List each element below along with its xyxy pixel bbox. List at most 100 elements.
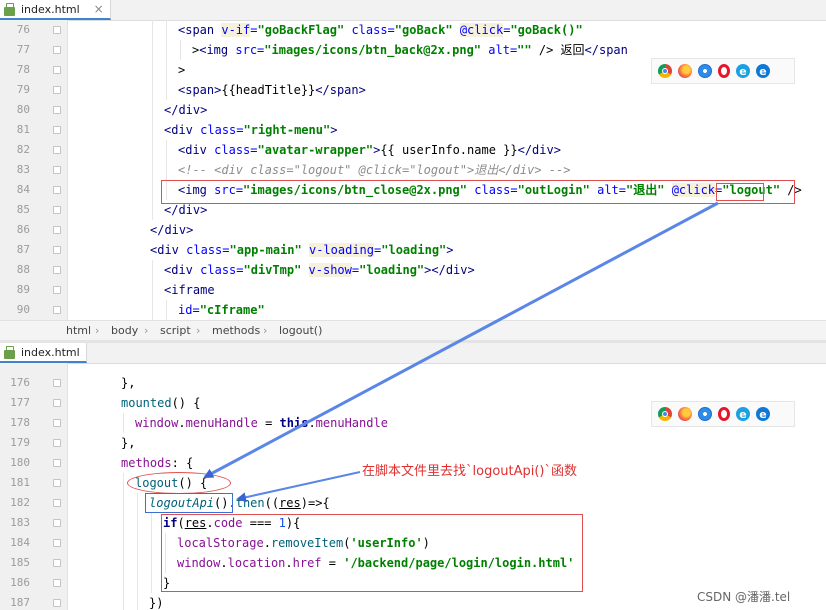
indent-guide xyxy=(152,140,153,160)
fold-marker-icon[interactable] xyxy=(53,379,61,387)
line-number: 89 xyxy=(16,283,30,296)
fold-marker-icon[interactable] xyxy=(53,266,61,274)
fold-marker-icon[interactable] xyxy=(53,499,61,507)
fold-marker-icon[interactable] xyxy=(53,186,61,194)
breadcrumb-item[interactable]: html xyxy=(66,324,91,337)
code-text[interactable]: <iframe xyxy=(164,280,215,300)
code-line[interactable]: 86 </div> xyxy=(0,220,826,240)
line-number: 184 xyxy=(10,536,30,549)
code-line[interactable]: 179}, xyxy=(0,433,826,453)
indent-guide xyxy=(152,20,153,40)
fold-marker-icon[interactable] xyxy=(53,579,61,587)
code-text[interactable]: }, xyxy=(121,373,135,393)
line-number: 90 xyxy=(16,303,30,316)
edge-icon[interactable]: e xyxy=(756,407,770,421)
fold-marker-icon[interactable] xyxy=(53,439,61,447)
code-text[interactable]: window.menuHandle = this.menuHandle xyxy=(135,413,388,433)
edge-icon[interactable]: e xyxy=(756,64,770,78)
opera-icon[interactable] xyxy=(718,407,730,421)
fold-marker-icon[interactable] xyxy=(53,246,61,254)
fold-marker-icon[interactable] xyxy=(53,306,61,314)
fold-marker-icon[interactable] xyxy=(53,539,61,547)
code-text[interactable]: > xyxy=(178,60,185,80)
fold-marker-icon[interactable] xyxy=(53,66,61,74)
code-line[interactable]: 81 <div class="right-menu"> xyxy=(0,120,826,140)
browser-preview-bar: e e xyxy=(651,401,795,427)
fold-marker-icon[interactable] xyxy=(53,206,61,214)
indent-guide xyxy=(137,553,138,573)
breadcrumb-item[interactable]: logout() xyxy=(279,324,322,337)
fold-marker-icon[interactable] xyxy=(53,399,61,407)
code-text[interactable]: <div class="divTmp" v-show="loading"></d… xyxy=(164,260,475,280)
chrome-icon[interactable] xyxy=(658,407,672,421)
fold-marker-icon[interactable] xyxy=(53,226,61,234)
code-line[interactable]: 89 <iframe xyxy=(0,280,826,300)
ie-icon[interactable]: e xyxy=(736,64,750,78)
fold-marker-icon[interactable] xyxy=(53,46,61,54)
code-line[interactable]: 80 </div> xyxy=(0,100,826,120)
safari-icon[interactable] xyxy=(698,64,712,78)
close-icon[interactable]: × xyxy=(94,2,104,16)
indent-guide xyxy=(152,120,153,140)
code-text[interactable]: methods: { xyxy=(121,453,193,473)
code-line[interactable]: 88 <div class="divTmp" v-show="loading"><… xyxy=(0,260,826,280)
fold-marker-icon[interactable] xyxy=(53,106,61,114)
line-number: 177 xyxy=(10,396,30,409)
code-line[interactable]: 82 <div class="avatar-wrapper">{{ userInf… xyxy=(0,140,826,160)
fold-marker-icon[interactable] xyxy=(53,519,61,527)
code-line[interactable]: 87 <div class="app-main" v-loading="loadi… xyxy=(0,240,826,260)
line-number: 86 xyxy=(16,223,30,236)
fold-marker-icon[interactable] xyxy=(53,86,61,94)
code-line[interactable]: 77 ><img src="images/icons/btn_back@2x.pn… xyxy=(0,40,826,60)
line-number: 83 xyxy=(16,163,30,176)
chrome-icon[interactable] xyxy=(658,64,672,78)
fold-marker-icon[interactable] xyxy=(53,146,61,154)
tab-index-html[interactable]: index.html × xyxy=(0,0,111,20)
tab-bar: index.html × xyxy=(0,0,826,21)
fold-marker-icon[interactable] xyxy=(53,26,61,34)
fold-marker-icon[interactable] xyxy=(53,599,61,607)
breadcrumb-item[interactable]: methods xyxy=(212,324,260,337)
code-text[interactable]: </div> xyxy=(150,220,193,240)
chevron-right-icon: › xyxy=(263,324,268,337)
code-line[interactable]: 182 logoutApi().then((res)=>{ xyxy=(0,493,826,513)
code-text[interactable]: <span>{{headTitle}}</span> xyxy=(178,80,366,100)
code-text[interactable]: ><img src="images/icons/btn_back@2x.png"… xyxy=(192,40,628,60)
firefox-icon[interactable] xyxy=(678,64,692,78)
breadcrumb-item[interactable]: body xyxy=(111,324,138,337)
code-text[interactable]: mounted() { xyxy=(121,393,200,413)
code-line[interactable]: 176}, xyxy=(0,373,826,393)
fold-marker-icon[interactable] xyxy=(53,479,61,487)
indent-guide xyxy=(166,160,167,180)
fold-marker-icon[interactable] xyxy=(53,419,61,427)
highlight-box-if-block xyxy=(161,514,583,592)
breadcrumb-item[interactable]: script xyxy=(160,324,191,337)
code-line[interactable]: 76 <span v-if="goBackFlag" class="goBack"… xyxy=(0,20,826,40)
line-number: 81 xyxy=(16,123,30,136)
code-text[interactable]: <div class="avatar-wrapper">{{ userInfo.… xyxy=(178,140,561,160)
chevron-right-icon: › xyxy=(95,324,100,337)
code-text[interactable]: id="cIframe" xyxy=(178,300,265,320)
firefox-icon[interactable] xyxy=(678,407,692,421)
fold-marker-icon[interactable] xyxy=(53,559,61,567)
code-text[interactable]: </div> xyxy=(164,100,207,120)
code-line[interactable]: 83 <!-- <div class="logout" @click="logou… xyxy=(0,160,826,180)
code-text[interactable]: }) xyxy=(149,593,163,610)
highlight-box-logout-handler xyxy=(716,183,764,201)
fold-marker-icon[interactable] xyxy=(53,459,61,467)
safari-icon[interactable] xyxy=(698,407,712,421)
opera-icon[interactable] xyxy=(718,64,730,78)
fold-marker-icon[interactable] xyxy=(53,286,61,294)
fold-marker-icon[interactable] xyxy=(53,166,61,174)
tab-index-html[interactable]: index.html xyxy=(0,343,87,363)
chevron-right-icon: › xyxy=(196,324,201,337)
code-text[interactable]: <div class="right-menu"> xyxy=(164,120,337,140)
code-text[interactable]: <!-- <div class="logout" @click="logout"… xyxy=(178,160,570,180)
code-text[interactable]: }, xyxy=(121,433,135,453)
fold-marker-icon[interactable] xyxy=(53,126,61,134)
code-text[interactable]: <span v-if="goBackFlag" class="goBack" @… xyxy=(178,20,583,40)
code-text[interactable]: <div class="app-main" v-loading="loading… xyxy=(150,240,454,260)
highlight-box-line-84 xyxy=(161,180,795,204)
ie-icon[interactable]: e xyxy=(736,407,750,421)
code-line[interactable]: 90 id="cIframe" xyxy=(0,300,826,320)
